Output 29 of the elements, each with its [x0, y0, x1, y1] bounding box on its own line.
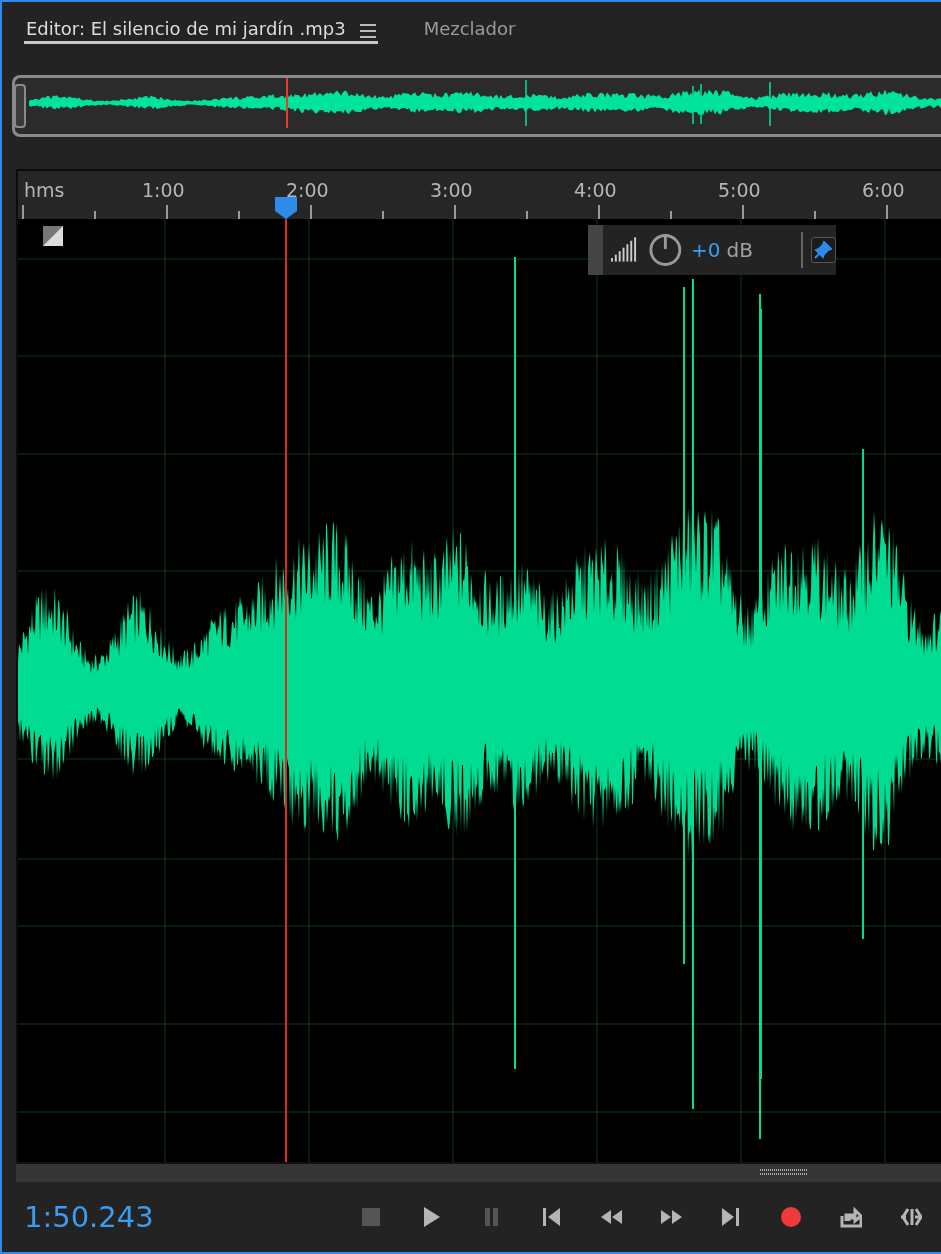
gain-unit: dB [726, 238, 753, 262]
zoom-toggle-icon[interactable] [42, 225, 64, 247]
playhead-marker [286, 78, 288, 128]
ruler-label: hms [24, 179, 65, 201]
menu-icon[interactable] [359, 24, 376, 38]
overview-handle[interactable] [14, 84, 26, 128]
pin-icon [814, 241, 833, 259]
current-time: 1:50.243 [24, 1200, 155, 1234]
ruler-label: 1:00 [142, 179, 185, 201]
drag-grip[interactable] [588, 225, 604, 275]
skip-icon [900, 1206, 922, 1228]
time-ruler[interactable]: hms 1:00 2:00 3:00 4:00 5:00 6:00 [16, 169, 941, 219]
ruler-label: 2:00 [286, 179, 329, 201]
editor-tab[interactable]: Editor: El silencio de mi jardín .mp3 [24, 16, 378, 44]
end-icon [720, 1206, 742, 1228]
ruler-label: 5:00 [718, 179, 761, 201]
overview-bar[interactable] [12, 75, 941, 137]
output-icon [840, 1206, 862, 1228]
record-icon [780, 1206, 802, 1228]
ruler-label: 6:00 [862, 179, 905, 201]
scroll-grip-icon[interactable] [760, 1169, 808, 1175]
ruler-label: 3:00 [430, 179, 473, 201]
start-icon [540, 1206, 562, 1228]
editor-tab[interactable]: Mezclador [421, 16, 518, 44]
pin-button[interactable] [810, 237, 836, 263]
volume-knob[interactable] [648, 232, 684, 268]
stop-icon [360, 1206, 382, 1228]
ruler-label: 4:00 [574, 179, 617, 201]
gain-value: +0 [691, 238, 721, 262]
